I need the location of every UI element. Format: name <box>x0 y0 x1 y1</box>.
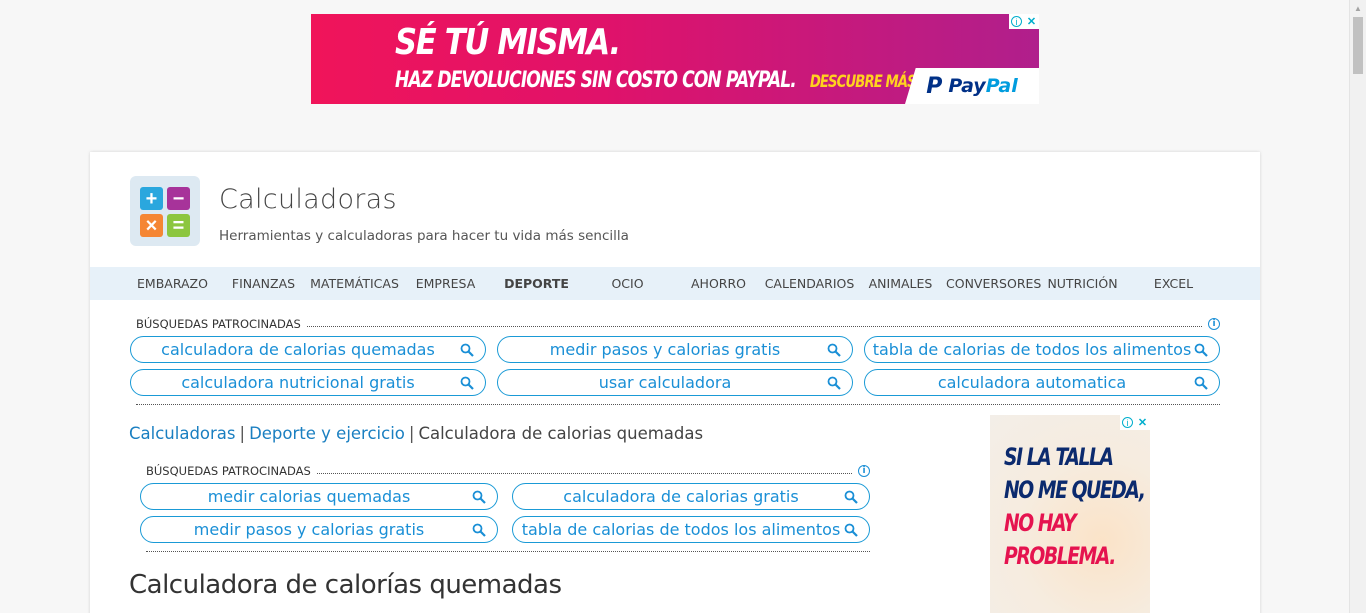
dotted-divider <box>146 551 870 552</box>
side-banner-ad[interactable]: SI LA TALLA NO ME QUEDA, NO HAY PROBLEMA… <box>990 415 1150 613</box>
sponsored-link-label: tabla de calorias de todos los alimentos <box>872 340 1192 359</box>
sponsored-link[interactable]: calculadora de calorias quemadas <box>130 336 486 363</box>
ad-close-icon[interactable]: ✕ <box>1135 415 1150 430</box>
site-logo[interactable]: + − × = <box>130 176 200 246</box>
nav-item-ahorro[interactable]: AHORRO <box>673 276 764 291</box>
nav-item-embarazo[interactable]: EMBARAZO <box>127 276 218 291</box>
search-icon <box>827 376 841 390</box>
nav-item-matematicas[interactable]: MATEMÁTICAS <box>309 276 400 291</box>
ad-close-icon[interactable]: ✕ <box>1024 14 1039 29</box>
sponsored-link-label: tabla de calorias de todos los alimentos <box>521 520 841 539</box>
side-ad-line4: PROBLEMA. <box>1004 542 1116 570</box>
ad-info-icon[interactable]: i <box>1122 417 1133 428</box>
sponsored-link[interactable]: medir pasos y calorias gratis <box>497 336 853 363</box>
sponsored-link-label: calculadora automatica <box>937 373 1127 392</box>
nav-item-excel[interactable]: EXCEL <box>1128 276 1219 291</box>
sponsored-link[interactable]: medir calorias quemadas <box>140 483 498 510</box>
nav-item-empresa[interactable]: EMPRESA <box>400 276 491 291</box>
sponsored-searches-inner: BÚSQUEDAS PATROCINADAS i medir calorias … <box>140 464 870 552</box>
top-banner-ad[interactable]: SÉ TÚ MISMA. HAZ DEVOLUCIONES SIN COSTO … <box>311 14 1039 104</box>
sponsored-link-label: medir pasos y calorias gratis <box>549 340 781 359</box>
breadcrumb: Calculadoras | Deporte y ejercicio | Calcula… <box>129 424 703 443</box>
info-icon[interactable]: i <box>858 465 870 477</box>
site-title[interactable]: Calculadoras <box>219 184 397 215</box>
plus-icon: + <box>140 187 163 210</box>
ad-choices: i ✕ <box>1009 14 1039 29</box>
main-content-card: + − × = Calculadoras Herramientas y calc… <box>90 152 1260 613</box>
breadcrumb-home-link[interactable]: Calculadoras <box>129 424 236 443</box>
sponsored-link-label: usar calculadora <box>598 373 732 392</box>
sponsored-searches-top: BÚSQUEDAS PATROCINADAS i calculadora de … <box>130 317 1220 405</box>
sponsored-heading: BÚSQUEDAS PATROCINADAS <box>146 464 311 478</box>
nav-item-deporte[interactable]: DEPORTE <box>491 276 582 291</box>
paypal-logo: P PayPal <box>905 68 1039 104</box>
dotted-divider <box>136 404 1220 405</box>
paypal-wordmark: PayPal <box>948 75 1017 97</box>
side-ad-line1: SI LA TALLA <box>1004 443 1114 471</box>
ad-choices: i ✕ <box>1120 415 1150 430</box>
ad-subline-text: HAZ DEVOLUCIONES SIN COSTO CON PAYPAL. <box>395 68 797 93</box>
sponsored-link[interactable]: calculadora nutricional gratis <box>130 369 486 396</box>
paypal-mark-icon: P <box>926 73 943 99</box>
nav-item-nutricion[interactable]: NUTRICIÓN <box>1037 276 1128 291</box>
scrollbar-thumb[interactable] <box>1353 17 1363 74</box>
sponsored-link[interactable]: tabla de calorias de todos los alimentos <box>864 336 1220 363</box>
sponsored-link[interactable]: usar calculadora <box>497 369 853 396</box>
sponsored-grid: medir calorias quemadas calculadora de c… <box>140 483 870 543</box>
sponsored-header: BÚSQUEDAS PATROCINADAS i <box>130 317 1220 331</box>
ad-headline: SÉ TÚ MISMA. <box>395 22 621 63</box>
side-ad-line3: NO HAY <box>1004 509 1077 537</box>
search-icon <box>460 343 474 357</box>
paypal-pal: Pal <box>985 75 1018 97</box>
search-icon <box>472 523 486 537</box>
nav-item-finanzas[interactable]: FINANZAS <box>218 276 309 291</box>
nav-item-conversores[interactable]: CONVERSORES <box>946 276 1041 291</box>
search-icon <box>460 376 474 390</box>
search-icon <box>844 523 858 537</box>
times-icon: × <box>140 214 163 237</box>
side-ad-text: SI LA TALLA NO ME QUEDA, NO HAY PROBLEMA… <box>1004 441 1146 573</box>
sponsored-link-label: calculadora de calorias quemadas <box>161 340 435 359</box>
sponsored-link-label: medir pasos y calorias gratis <box>193 520 425 539</box>
nav-item-calendarios[interactable]: CALENDARIOS <box>764 276 855 291</box>
scroll-up-arrow-icon[interactable]: ▲ <box>1350 0 1366 17</box>
nav-item-animales[interactable]: ANIMALES <box>855 276 946 291</box>
minus-icon: − <box>167 187 190 210</box>
sponsored-heading: BÚSQUEDAS PATROCINADAS <box>136 317 301 331</box>
search-icon <box>472 490 486 504</box>
sponsored-link[interactable]: calculadora de calorias gratis <box>512 483 870 510</box>
sponsored-grid: calculadora de calorias quemadas medir p… <box>130 336 1220 396</box>
page-title: Calculadora de calorías quemadas <box>129 570 562 600</box>
search-icon <box>827 343 841 357</box>
sponsored-link-label: calculadora nutricional gratis <box>181 373 415 392</box>
breadcrumb-current: Calculadora de calorias quemadas <box>418 424 704 443</box>
search-icon <box>844 490 858 504</box>
breadcrumb-separator: | <box>408 424 415 443</box>
search-icon <box>1194 343 1208 357</box>
paypal-pay: Pay <box>948 75 986 97</box>
ad-subline: HAZ DEVOLUCIONES SIN COSTO CON PAYPAL. DE… <box>395 68 917 93</box>
sponsored-link[interactable]: calculadora automatica <box>864 369 1220 396</box>
side-ad-line2: NO ME QUEDA, <box>1004 476 1146 504</box>
sponsored-link[interactable]: tabla de calorias de todos los alimentos <box>512 516 870 543</box>
sponsored-link-label: medir calorias quemadas <box>207 487 411 506</box>
equals-icon: = <box>167 214 190 237</box>
main-nav: EMBARAZO FINANZAS MATEMÁTICAS EMPRESA DE… <box>90 267 1260 300</box>
site-subtitle: Herramientas y calculadoras para hacer t… <box>219 228 629 244</box>
sponsored-link[interactable]: medir pasos y calorias gratis <box>140 516 498 543</box>
breadcrumb-separator: | <box>239 424 246 443</box>
ad-cta[interactable]: DESCUBRE MÁS <box>810 72 917 92</box>
breadcrumb-section-link[interactable]: Deporte y ejercicio <box>249 424 405 443</box>
dotted-divider <box>316 472 852 474</box>
info-icon[interactable]: i <box>1208 318 1220 330</box>
dotted-divider <box>306 325 1202 327</box>
sponsored-link-label: calculadora de calorias gratis <box>563 487 799 506</box>
nav-item-ocio[interactable]: OCIO <box>582 276 673 291</box>
page-scrollbar[interactable]: ▲ <box>1349 0 1366 613</box>
ad-info-icon[interactable]: i <box>1011 16 1022 27</box>
sponsored-header: BÚSQUEDAS PATROCINADAS i <box>140 464 870 478</box>
search-icon <box>1194 376 1208 390</box>
